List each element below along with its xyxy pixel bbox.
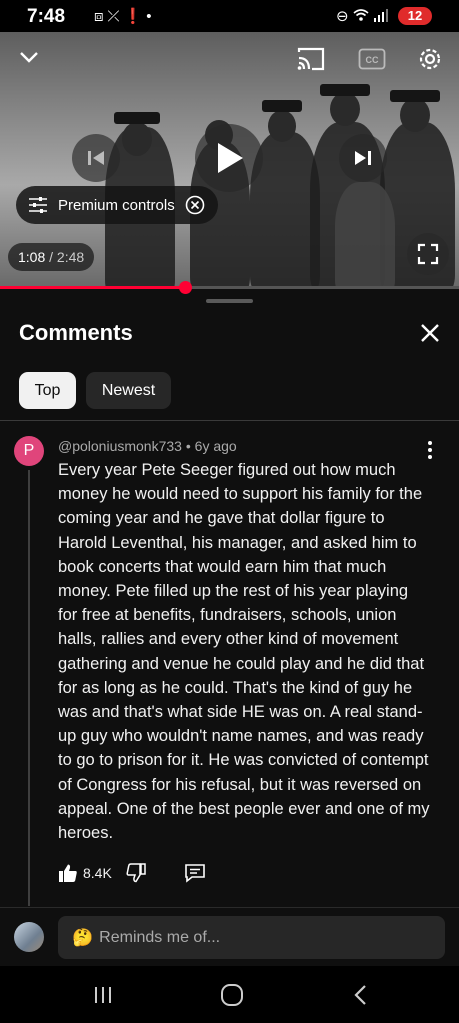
status-bar: 7:48 ⧈⤫❗• ⊖ 12 <box>0 0 459 32</box>
minimize-icon[interactable] <box>18 46 40 68</box>
skip-next-icon <box>355 151 371 165</box>
reply-input[interactable]: 🤔 Reminds me of... <box>58 916 445 959</box>
back-icon[interactable] <box>352 984 370 1006</box>
cast-icon[interactable] <box>296 46 326 72</box>
notification-icons: ⧈⤫❗• <box>94 7 156 25</box>
battery-icon: 12 <box>398 7 432 25</box>
current-time: 1:08 <box>18 249 46 265</box>
previous-button[interactable] <box>72 134 120 182</box>
next-button[interactable] <box>339 134 387 182</box>
captions-icon[interactable]: CC <box>358 48 386 70</box>
comment-text: Every year Pete Seeger figured out how m… <box>58 461 430 843</box>
play-button[interactable] <box>195 124 263 192</box>
play-icon <box>218 143 243 173</box>
navigation-bar <box>0 966 459 1023</box>
filter-newest[interactable]: Newest <box>86 372 171 409</box>
comment-actions: 8.4K <box>58 860 206 886</box>
comment-author[interactable]: @poloniusmonk733 <box>58 438 182 454</box>
reply-emoji: 🤔 <box>72 927 94 947</box>
dismiss-icon[interactable] <box>185 195 205 215</box>
progress-fill <box>0 286 186 289</box>
home-icon[interactable] <box>220 983 244 1007</box>
time-display: 1:08 / 2:48 <box>8 243 95 271</box>
reply-divider <box>0 907 459 908</box>
reply-placeholder: Reminds me of... <box>99 928 221 946</box>
drag-handle[interactable] <box>206 299 253 303</box>
panel-title: Comments <box>19 320 133 345</box>
time-separator: / <box>45 249 57 265</box>
sliders-icon <box>29 197 47 213</box>
comment-age: 6y ago <box>194 438 237 454</box>
comment-meta: @poloniusmonk733 • 6y ago <box>58 438 237 454</box>
dot-icon: • <box>146 8 156 25</box>
close-icon[interactable] <box>419 322 441 344</box>
screenshot-icon: ⧈ <box>94 8 108 25</box>
dnd-icon: ⊖ <box>336 8 349 25</box>
filter-divider <box>0 420 459 421</box>
recent-apps-icon[interactable] <box>93 985 113 1005</box>
meta-separator: • <box>181 438 195 454</box>
like-count: 8.4K <box>83 865 112 881</box>
premium-controls-chip[interactable]: Premium controls <box>16 186 218 224</box>
like-icon[interactable] <box>58 863 78 883</box>
reply-comment-icon[interactable] <box>184 863 206 883</box>
dislike-icon[interactable] <box>126 863 146 883</box>
comment-avatar[interactable]: P <box>14 436 44 466</box>
wifi-icon <box>353 9 369 21</box>
svg-text:CC: CC <box>366 55 379 65</box>
status-time: 7:48 <box>27 6 66 27</box>
thread-line <box>28 470 30 906</box>
system-icons: ⊖ <box>336 7 389 25</box>
filter-top[interactable]: Top <box>19 372 76 409</box>
fullscreen-button[interactable] <box>407 233 449 275</box>
skip-previous-icon <box>88 151 104 165</box>
premium-controls-label: Premium controls <box>58 196 175 214</box>
video-player[interactable]: CC Premium controls 1:08 / 2:48 <box>0 32 459 287</box>
progress-scrubber[interactable] <box>179 281 193 294</box>
duration: 2:48 <box>56 249 85 265</box>
signal-icon <box>373 9 388 22</box>
missed-call-icon: ⤫ <box>107 8 124 25</box>
fullscreen-icon <box>417 243 439 265</box>
alert-icon: ❗ <box>123 8 147 25</box>
settings-gear-icon[interactable] <box>416 45 444 73</box>
user-avatar[interactable] <box>14 922 44 952</box>
